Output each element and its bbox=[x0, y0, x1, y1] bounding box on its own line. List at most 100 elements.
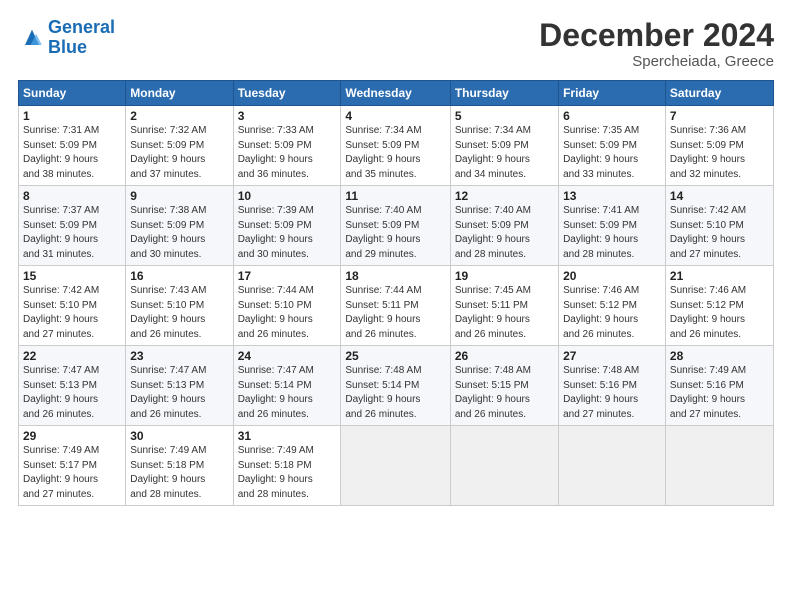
day-number: 28 bbox=[670, 349, 769, 363]
calendar-cell: 8Sunrise: 7:37 AM Sunset: 5:09 PM Daylig… bbox=[19, 186, 126, 266]
calendar-cell: 15Sunrise: 7:42 AM Sunset: 5:10 PM Dayli… bbox=[19, 266, 126, 346]
weekday-header: Saturday bbox=[665, 81, 773, 106]
day-info: Sunrise: 7:34 AM Sunset: 5:09 PM Dayligh… bbox=[345, 124, 445, 182]
day-info: Sunrise: 7:39 AM Sunset: 5:09 PM Dayligh… bbox=[238, 204, 337, 262]
calendar-cell: 21Sunrise: 7:46 AM Sunset: 5:12 PM Dayli… bbox=[665, 266, 773, 346]
calendar-cell: 30Sunrise: 7:49 AM Sunset: 5:18 PM Dayli… bbox=[126, 426, 233, 506]
calendar-cell: 14Sunrise: 7:42 AM Sunset: 5:10 PM Dayli… bbox=[665, 186, 773, 266]
day-number: 1 bbox=[23, 109, 121, 123]
day-number: 25 bbox=[345, 349, 445, 363]
calendar-table: SundayMondayTuesdayWednesdayThursdayFrid… bbox=[18, 80, 774, 506]
day-number: 6 bbox=[563, 109, 661, 123]
calendar-cell: 1Sunrise: 7:31 AM Sunset: 5:09 PM Daylig… bbox=[19, 106, 126, 186]
day-info: Sunrise: 7:44 AM Sunset: 5:10 PM Dayligh… bbox=[238, 284, 337, 342]
header-row: SundayMondayTuesdayWednesdayThursdayFrid… bbox=[19, 81, 774, 106]
calendar-cell: 26Sunrise: 7:48 AM Sunset: 5:15 PM Dayli… bbox=[450, 346, 558, 426]
calendar-cell: 9Sunrise: 7:38 AM Sunset: 5:09 PM Daylig… bbox=[126, 186, 233, 266]
calendar-cell: 28Sunrise: 7:49 AM Sunset: 5:16 PM Dayli… bbox=[665, 346, 773, 426]
day-info: Sunrise: 7:40 AM Sunset: 5:09 PM Dayligh… bbox=[455, 204, 554, 262]
month-title: December 2024 bbox=[539, 18, 774, 53]
calendar-cell bbox=[559, 426, 666, 506]
day-info: Sunrise: 7:37 AM Sunset: 5:09 PM Dayligh… bbox=[23, 204, 121, 262]
day-number: 7 bbox=[670, 109, 769, 123]
location: Spercheiada, Greece bbox=[539, 53, 774, 70]
day-number: 15 bbox=[23, 269, 121, 283]
day-number: 14 bbox=[670, 189, 769, 203]
day-info: Sunrise: 7:42 AM Sunset: 5:10 PM Dayligh… bbox=[670, 204, 769, 262]
calendar-cell: 4Sunrise: 7:34 AM Sunset: 5:09 PM Daylig… bbox=[341, 106, 450, 186]
day-info: Sunrise: 7:34 AM Sunset: 5:09 PM Dayligh… bbox=[455, 124, 554, 182]
day-info: Sunrise: 7:36 AM Sunset: 5:09 PM Dayligh… bbox=[670, 124, 769, 182]
day-info: Sunrise: 7:38 AM Sunset: 5:09 PM Dayligh… bbox=[130, 204, 228, 262]
calendar-cell: 20Sunrise: 7:46 AM Sunset: 5:12 PM Dayli… bbox=[559, 266, 666, 346]
calendar-week-row: 22Sunrise: 7:47 AM Sunset: 5:13 PM Dayli… bbox=[19, 346, 774, 426]
day-info: Sunrise: 7:35 AM Sunset: 5:09 PM Dayligh… bbox=[563, 124, 661, 182]
day-info: Sunrise: 7:47 AM Sunset: 5:14 PM Dayligh… bbox=[238, 364, 337, 422]
day-info: Sunrise: 7:47 AM Sunset: 5:13 PM Dayligh… bbox=[23, 364, 121, 422]
calendar-cell: 5Sunrise: 7:34 AM Sunset: 5:09 PM Daylig… bbox=[450, 106, 558, 186]
day-number: 30 bbox=[130, 429, 228, 443]
calendar-week-row: 8Sunrise: 7:37 AM Sunset: 5:09 PM Daylig… bbox=[19, 186, 774, 266]
day-info: Sunrise: 7:31 AM Sunset: 5:09 PM Dayligh… bbox=[23, 124, 121, 182]
day-info: Sunrise: 7:45 AM Sunset: 5:11 PM Dayligh… bbox=[455, 284, 554, 342]
day-number: 4 bbox=[345, 109, 445, 123]
day-number: 16 bbox=[130, 269, 228, 283]
weekday-header: Sunday bbox=[19, 81, 126, 106]
day-info: Sunrise: 7:48 AM Sunset: 5:16 PM Dayligh… bbox=[563, 364, 661, 422]
day-info: Sunrise: 7:49 AM Sunset: 5:16 PM Dayligh… bbox=[670, 364, 769, 422]
day-info: Sunrise: 7:46 AM Sunset: 5:12 PM Dayligh… bbox=[670, 284, 769, 342]
day-info: Sunrise: 7:46 AM Sunset: 5:12 PM Dayligh… bbox=[563, 284, 661, 342]
calendar-cell bbox=[665, 426, 773, 506]
calendar-cell: 22Sunrise: 7:47 AM Sunset: 5:13 PM Dayli… bbox=[19, 346, 126, 426]
calendar-cell: 27Sunrise: 7:48 AM Sunset: 5:16 PM Dayli… bbox=[559, 346, 666, 426]
day-number: 12 bbox=[455, 189, 554, 203]
calendar-cell: 6Sunrise: 7:35 AM Sunset: 5:09 PM Daylig… bbox=[559, 106, 666, 186]
logo-text: General Blue bbox=[48, 18, 115, 58]
weekday-header: Wednesday bbox=[341, 81, 450, 106]
calendar-cell: 13Sunrise: 7:41 AM Sunset: 5:09 PM Dayli… bbox=[559, 186, 666, 266]
page: General Blue December 2024 Spercheiada, … bbox=[0, 0, 792, 612]
calendar-header: SundayMondayTuesdayWednesdayThursdayFrid… bbox=[19, 81, 774, 106]
day-number: 20 bbox=[563, 269, 661, 283]
day-info: Sunrise: 7:49 AM Sunset: 5:18 PM Dayligh… bbox=[238, 444, 337, 502]
day-number: 2 bbox=[130, 109, 228, 123]
day-number: 8 bbox=[23, 189, 121, 203]
day-info: Sunrise: 7:49 AM Sunset: 5:18 PM Dayligh… bbox=[130, 444, 228, 502]
weekday-header: Friday bbox=[559, 81, 666, 106]
calendar-cell: 3Sunrise: 7:33 AM Sunset: 5:09 PM Daylig… bbox=[233, 106, 341, 186]
day-number: 9 bbox=[130, 189, 228, 203]
calendar-cell: 2Sunrise: 7:32 AM Sunset: 5:09 PM Daylig… bbox=[126, 106, 233, 186]
calendar-cell: 7Sunrise: 7:36 AM Sunset: 5:09 PM Daylig… bbox=[665, 106, 773, 186]
calendar-week-row: 29Sunrise: 7:49 AM Sunset: 5:17 PM Dayli… bbox=[19, 426, 774, 506]
day-info: Sunrise: 7:40 AM Sunset: 5:09 PM Dayligh… bbox=[345, 204, 445, 262]
calendar-cell: 31Sunrise: 7:49 AM Sunset: 5:18 PM Dayli… bbox=[233, 426, 341, 506]
day-number: 27 bbox=[563, 349, 661, 363]
header: General Blue December 2024 Spercheiada, … bbox=[18, 18, 774, 70]
calendar-cell: 11Sunrise: 7:40 AM Sunset: 5:09 PM Dayli… bbox=[341, 186, 450, 266]
calendar-cell: 10Sunrise: 7:39 AM Sunset: 5:09 PM Dayli… bbox=[233, 186, 341, 266]
weekday-header: Thursday bbox=[450, 81, 558, 106]
day-info: Sunrise: 7:33 AM Sunset: 5:09 PM Dayligh… bbox=[238, 124, 337, 182]
calendar-cell: 24Sunrise: 7:47 AM Sunset: 5:14 PM Dayli… bbox=[233, 346, 341, 426]
day-number: 18 bbox=[345, 269, 445, 283]
day-number: 11 bbox=[345, 189, 445, 203]
calendar-cell: 18Sunrise: 7:44 AM Sunset: 5:11 PM Dayli… bbox=[341, 266, 450, 346]
day-info: Sunrise: 7:32 AM Sunset: 5:09 PM Dayligh… bbox=[130, 124, 228, 182]
day-info: Sunrise: 7:49 AM Sunset: 5:17 PM Dayligh… bbox=[23, 444, 121, 502]
day-info: Sunrise: 7:44 AM Sunset: 5:11 PM Dayligh… bbox=[345, 284, 445, 342]
calendar-cell: 12Sunrise: 7:40 AM Sunset: 5:09 PM Dayli… bbox=[450, 186, 558, 266]
calendar-cell: 25Sunrise: 7:48 AM Sunset: 5:14 PM Dayli… bbox=[341, 346, 450, 426]
day-number: 29 bbox=[23, 429, 121, 443]
day-number: 19 bbox=[455, 269, 554, 283]
day-number: 13 bbox=[563, 189, 661, 203]
weekday-header: Tuesday bbox=[233, 81, 341, 106]
logo-line1: General bbox=[48, 17, 115, 37]
calendar-cell: 19Sunrise: 7:45 AM Sunset: 5:11 PM Dayli… bbox=[450, 266, 558, 346]
day-info: Sunrise: 7:48 AM Sunset: 5:14 PM Dayligh… bbox=[345, 364, 445, 422]
day-info: Sunrise: 7:48 AM Sunset: 5:15 PM Dayligh… bbox=[455, 364, 554, 422]
calendar-body: 1Sunrise: 7:31 AM Sunset: 5:09 PM Daylig… bbox=[19, 106, 774, 506]
day-number: 23 bbox=[130, 349, 228, 363]
logo: General Blue bbox=[18, 18, 115, 58]
calendar-cell bbox=[450, 426, 558, 506]
title-block: December 2024 Spercheiada, Greece bbox=[539, 18, 774, 70]
